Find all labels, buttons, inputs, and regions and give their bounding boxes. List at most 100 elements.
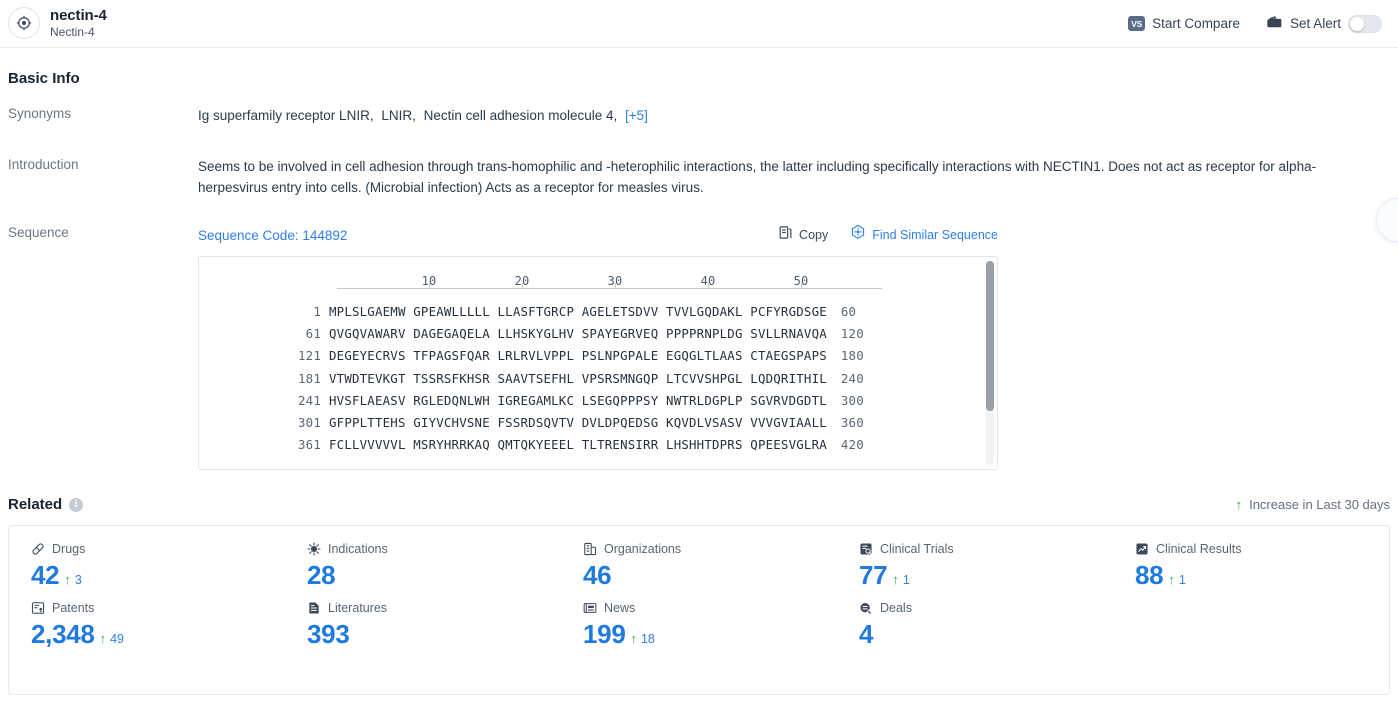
metric-delta: ↑ 49	[100, 631, 124, 646]
sequence-residues: MPLSLGAEMW GPEAWLLLLL LLASFTGRCP AGELETS…	[329, 301, 827, 322]
sequence-end-index: 300	[827, 390, 864, 411]
metric-value[interactable]: 393	[307, 619, 349, 650]
metric-delta: ↑ 3	[64, 572, 81, 587]
related-header: Related i ↑ Increase in Last 30 days	[8, 496, 1390, 513]
sequence-line: 301 GFPPLTTEHS GIYVCHVSNE FSSRDSQVTV DVL…	[199, 412, 997, 434]
copy-sequence-button[interactable]: Copy	[778, 225, 828, 247]
metric-label: News	[604, 601, 635, 615]
metric-value[interactable]: 88	[1135, 560, 1163, 591]
ruler-numbers: 10 20 30 40 50	[337, 271, 887, 286]
set-alert-toggle[interactable]	[1348, 15, 1382, 33]
find-similar-label: Find Similar Sequence	[872, 225, 998, 246]
sequence-panel: Sequence Code: 144892 Copy	[198, 224, 1390, 470]
increase-legend-label: Increase in Last 30 days	[1249, 497, 1390, 512]
building-icon	[583, 542, 597, 556]
metric-organizations[interactable]: Organizations 46	[561, 542, 837, 591]
clinical-trial-icon	[859, 542, 873, 556]
header-actions: VS Start Compare Set Alert	[1128, 15, 1382, 33]
hexagon-search-icon	[850, 224, 866, 247]
metric-value[interactable]: 2,348	[31, 619, 95, 650]
copy-label: Copy	[799, 225, 828, 246]
start-compare-button[interactable]: VS Start Compare	[1128, 16, 1240, 31]
metric-label: Literatures	[328, 601, 387, 615]
synonym-item: LNIR,	[381, 108, 416, 123]
deal-icon	[859, 601, 873, 615]
metric-value[interactable]: 199	[583, 619, 625, 650]
metric-delta: ↑ 1	[1168, 572, 1185, 587]
metric-value[interactable]: 28	[307, 560, 335, 591]
metric-label: Indications	[328, 542, 388, 556]
sequence-start-index: 241	[199, 390, 329, 411]
arrow-up-icon: ↑	[1236, 498, 1243, 511]
sequence-start-index: 361	[199, 434, 329, 455]
sequence-start-index: 1	[199, 301, 329, 322]
sequence-code-link[interactable]: Sequence Code: 144892	[198, 225, 347, 246]
metric-delta-value: 1	[903, 573, 910, 587]
metric-delta-value: 18	[641, 632, 655, 646]
sequence-end-index: 240	[827, 368, 864, 389]
start-compare-label: Start Compare	[1152, 16, 1240, 31]
arrow-up-icon: ↑	[100, 631, 107, 646]
synonyms-label: Synonyms	[8, 105, 198, 126]
synonyms-row: Synonyms Ig superfamily receptor LNIR, L…	[8, 105, 1390, 126]
pill-icon	[31, 542, 45, 556]
related-heading: Related	[8, 496, 62, 513]
ruler-tick	[522, 283, 523, 289]
metric-label: Deals	[880, 601, 912, 615]
sequence-scrollbar[interactable]	[986, 261, 994, 465]
metric-patents[interactable]: Patents 2,348 ↑ 49	[9, 601, 285, 650]
sequence-end-index: 180	[827, 345, 864, 366]
literature-icon	[307, 601, 321, 615]
metric-delta-value: 1	[1179, 573, 1186, 587]
metric-value[interactable]: 46	[583, 560, 611, 591]
metric-clinical-trials[interactable]: Clinical Trials 77 ↑ 1	[837, 542, 1113, 591]
sequence-start-index: 61	[199, 323, 329, 344]
sequence-line: 121 DEGEYECRVS TFPAGSFQAR LRLRVLVPPL PSL…	[199, 345, 997, 367]
metrics-grid: Drugs 42 ↑ 3	[9, 542, 1389, 650]
metric-value[interactable]: 77	[859, 560, 887, 591]
sequence-line: 241 HVSFLAEASV RGLEDQNLWH IGREGAMLKC LSE…	[199, 390, 997, 412]
sequence-label: Sequence	[8, 224, 198, 470]
set-alert-control[interactable]: Set Alert	[1266, 15, 1382, 33]
sequence-residues: FCLLVVVVVL MSRYHRRKAQ QMTQKYEEEL TLTRENS…	[329, 434, 827, 455]
metric-value[interactable]: 4	[859, 619, 873, 650]
arrow-up-icon: ↑	[64, 572, 71, 587]
metric-clinical-results[interactable]: Clinical Results 88 ↑ 1	[1113, 542, 1389, 591]
virus-icon	[307, 542, 321, 556]
sequence-line: 361 FCLLVVVVVL MSRYHRRKAQ QMTQKYEEEL TLT…	[199, 434, 997, 456]
metric-deals[interactable]: Deals 4	[837, 601, 1113, 650]
page-title: nectin-4	[50, 7, 107, 24]
metric-news[interactable]: News 199 ↑ 18	[561, 601, 837, 650]
clinical-result-icon	[1135, 542, 1149, 556]
sequence-start-index: 301	[199, 412, 329, 433]
introduction-label: Introduction	[8, 156, 198, 198]
synonym-item: Ig superfamily receptor LNIR,	[198, 108, 374, 123]
sequence-scrollbar-thumb[interactable]	[986, 261, 994, 411]
find-similar-sequence-button[interactable]: Find Similar Sequence	[850, 224, 998, 247]
page-body: Basic Info Synonyms Ig superfamily recep…	[0, 70, 1398, 695]
basic-info-heading: Basic Info	[8, 70, 1390, 87]
arrow-up-icon: ↑	[1168, 572, 1175, 587]
metric-literatures[interactable]: Literatures 393	[285, 601, 561, 650]
news-icon	[583, 601, 597, 615]
info-icon[interactable]: i	[69, 498, 83, 512]
metric-value[interactable]: 42	[31, 560, 59, 591]
target-icon	[8, 7, 40, 39]
brand-block: nectin-4 Nectin-4	[8, 7, 107, 39]
metric-label: Clinical Results	[1156, 542, 1241, 556]
ruler-tick	[708, 283, 709, 289]
sequence-end-index: 120	[827, 323, 864, 344]
metric-drugs[interactable]: Drugs 42 ↑ 3	[9, 542, 285, 591]
metric-label: Patents	[52, 601, 94, 615]
sequence-end-index: 360	[827, 412, 864, 433]
sequence-residues: HVSFLAEASV RGLEDQNLWH IGREGAMLKC LSEGQPP…	[329, 390, 827, 411]
metric-delta: ↑ 1	[892, 572, 909, 587]
metric-indications[interactable]: Indications 28	[285, 542, 561, 591]
sequence-viewer[interactable]: 10 20 30 40 50 1	[198, 256, 998, 470]
arrow-up-icon: ↑	[630, 631, 637, 646]
synonyms-more-link[interactable]: [+5]	[625, 108, 648, 123]
sequence-start-index: 121	[199, 345, 329, 366]
metric-label: Clinical Trials	[880, 542, 954, 556]
related-metrics-card: Drugs 42 ↑ 3	[8, 525, 1390, 695]
arrow-up-icon: ↑	[892, 572, 899, 587]
